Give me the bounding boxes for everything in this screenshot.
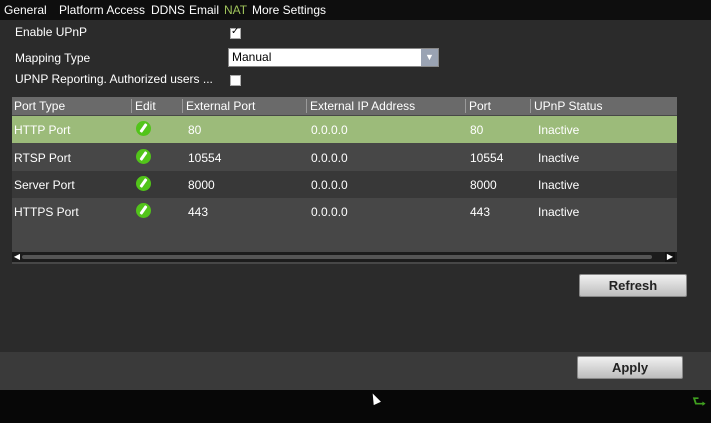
upnp-reporting-label: UPNP Reporting. Authorized users ... xyxy=(15,72,213,86)
port-cell: 10554 xyxy=(470,151,504,165)
tab-email[interactable]: Email xyxy=(189,3,219,17)
back-arrow-icon[interactable]: ⮑ xyxy=(692,391,706,418)
tab-ddns[interactable]: DDNS xyxy=(151,3,185,17)
bottom-bar xyxy=(0,390,711,423)
external-port-cell: 80 xyxy=(188,123,202,137)
external-ip-cell: 0.0.0.0 xyxy=(311,205,348,219)
edit-icon[interactable] xyxy=(136,176,151,191)
port-type-cell: RTSP Port xyxy=(14,151,71,165)
external-ip-cell: 0.0.0.0 xyxy=(311,123,348,137)
edit-icon[interactable] xyxy=(136,121,151,136)
mapping-type-value: Manual xyxy=(232,50,272,64)
chevron-down-icon[interactable]: ▼ xyxy=(421,49,438,66)
table-row[interactable]: HTTP Port 80 0.0.0.0 80 Inactive xyxy=(12,116,677,143)
scroll-right-icon[interactable]: ▶ xyxy=(665,252,675,262)
scrollbar-thumb[interactable] xyxy=(22,255,652,259)
external-ip-cell: 0.0.0.0 xyxy=(311,178,348,192)
edit-icon[interactable] xyxy=(136,149,151,164)
column-port-type: Port Type xyxy=(14,99,66,113)
enable-upnp-checkbox[interactable] xyxy=(230,26,241,39)
port-cell: 80 xyxy=(470,123,484,137)
table-header: Port Type Edit External Port External IP… xyxy=(12,97,677,115)
column-edit: Edit xyxy=(131,99,156,113)
upnp-reporting-checkbox[interactable] xyxy=(230,75,241,86)
external-ip-cell: 0.0.0.0 xyxy=(311,151,348,165)
table-row[interactable]: RTSP Port 10554 0.0.0.0 10554 Inactive xyxy=(12,144,677,171)
upnp-status-cell: Inactive xyxy=(538,123,580,137)
port-type-cell: HTTP Port xyxy=(14,123,71,137)
mapping-type-select[interactable]: Manual ▼ xyxy=(228,48,439,67)
refresh-button[interactable]: Refresh xyxy=(579,274,687,297)
column-external-port: External Port xyxy=(182,99,255,113)
table-row[interactable]: Server Port 8000 0.0.0.0 8000 Inactive xyxy=(12,171,677,198)
port-cell: 443 xyxy=(470,205,491,219)
external-port-cell: 8000 xyxy=(188,178,215,192)
upnp-status-cell: Inactive xyxy=(538,151,580,165)
column-external-ip: External IP Address xyxy=(306,99,415,113)
upnp-status-cell: Inactive xyxy=(538,205,580,219)
port-type-cell: HTTPS Port xyxy=(14,205,79,219)
column-port: Port xyxy=(465,99,491,113)
tab-more-settings[interactable]: More Settings xyxy=(252,3,326,17)
tab-general[interactable]: General xyxy=(4,3,47,17)
external-port-cell: 10554 xyxy=(188,151,222,165)
tab-bar: General Platform Access DDNS Email NAT M… xyxy=(0,0,711,20)
enable-upnp-row: Enable UPnP xyxy=(0,23,711,44)
horizontal-scrollbar[interactable]: ◀ ▶ xyxy=(12,252,677,262)
enable-upnp-label: Enable UPnP xyxy=(15,25,88,39)
edit-icon[interactable] xyxy=(136,203,151,218)
apply-button[interactable]: Apply xyxy=(577,356,683,379)
table-row[interactable]: HTTPS Port 443 0.0.0.0 443 Inactive xyxy=(12,198,677,225)
upnp-status-cell: Inactive xyxy=(538,178,580,192)
tab-platform-access[interactable]: Platform Access xyxy=(59,3,145,17)
port-cell: 8000 xyxy=(470,178,497,192)
tab-nat[interactable]: NAT xyxy=(224,3,247,17)
scroll-left-icon[interactable]: ◀ xyxy=(12,252,22,262)
column-upnp-status: UPnP Status xyxy=(530,99,602,113)
port-type-cell: Server Port xyxy=(14,178,75,192)
mapping-type-label: Mapping Type xyxy=(15,51,91,65)
external-port-cell: 443 xyxy=(188,205,209,219)
port-mapping-table: Port Type Edit External Port External IP… xyxy=(12,97,677,264)
